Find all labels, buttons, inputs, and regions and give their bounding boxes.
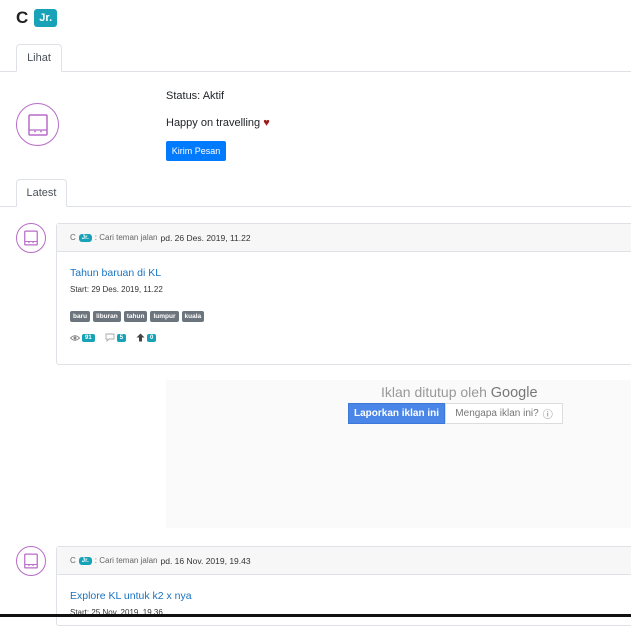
profile-header: C Jr. bbox=[16, 8, 58, 28]
ad-closed-text: Iklan ditutup oleh bbox=[381, 384, 487, 400]
arrow-up-icon bbox=[136, 333, 145, 342]
tab-view[interactable]: Lihat bbox=[16, 44, 62, 72]
profile-name: C bbox=[16, 8, 29, 27]
tab-latest-label: Latest bbox=[26, 187, 57, 199]
tag-badge[interactable]: baru bbox=[70, 311, 91, 322]
post-header: C Jr. : Cari teman jalan pd. 26 Des. 201… bbox=[57, 224, 631, 252]
votes-count: 0 bbox=[147, 333, 157, 342]
tag-badge[interactable]: liburan bbox=[93, 311, 121, 322]
ad-container: Iklan ditutup oleh Google Laporkan iklan… bbox=[166, 380, 631, 528]
author-badge: Jr. bbox=[78, 233, 92, 242]
post-start-date: Start: 29 Des. 2019, 11.22 bbox=[70, 285, 163, 294]
avatar-face-icon bbox=[24, 230, 38, 246]
profile-bio: Happy on travelling ♥ bbox=[166, 117, 270, 129]
views-stat: 91 bbox=[70, 333, 95, 342]
comment-icon bbox=[105, 333, 115, 342]
rank-badge: Jr. bbox=[34, 9, 58, 27]
tab-latest[interactable]: Latest bbox=[16, 179, 67, 207]
ad-closed-message: Iklan ditutup oleh Google bbox=[381, 384, 538, 401]
profile-avatar bbox=[16, 103, 59, 146]
send-message-button[interactable]: Kirim Pesan bbox=[166, 141, 226, 161]
heart-icon: ♥ bbox=[263, 117, 270, 129]
tag-badge[interactable]: tahun bbox=[123, 311, 148, 322]
post-header: C Jr. : Cari teman jalan pd. 16 Nov. 201… bbox=[57, 547, 631, 575]
why-this-ad-button[interactable]: Mengapa iklan ini? ⓘ bbox=[445, 403, 563, 424]
post-author-avatar[interactable] bbox=[16, 223, 46, 253]
tag-badge[interactable]: lumpur bbox=[150, 311, 179, 322]
bio-text: Happy on travelling bbox=[166, 117, 261, 129]
post-title-link[interactable]: Explore KL untuk k2 x nya bbox=[70, 590, 192, 602]
post-card: C Jr. : Cari teman jalan pd. 26 Des. 201… bbox=[56, 223, 631, 365]
tab-divider bbox=[62, 71, 631, 72]
post-stats: 91 5 0 bbox=[70, 333, 157, 342]
comments-stat: 5 bbox=[105, 333, 127, 342]
post-category[interactable]: : Cari teman jalan bbox=[95, 233, 158, 242]
post-author[interactable]: C bbox=[70, 233, 76, 242]
post-author[interactable]: C bbox=[70, 556, 76, 565]
tab-divider bbox=[0, 206, 16, 207]
profile-status: Status: Aktif bbox=[166, 90, 225, 102]
post-date: pd. 26 Des. 2019, 11.22 bbox=[160, 232, 251, 243]
tag-badge[interactable]: kuala bbox=[181, 311, 205, 322]
google-logo: Google bbox=[490, 385, 538, 401]
tab-view-label: Lihat bbox=[27, 52, 51, 64]
post-title-link[interactable]: Tahun baruan di KL bbox=[70, 267, 161, 279]
post-category[interactable]: : Cari teman jalan bbox=[95, 556, 158, 565]
author-badge: Jr. bbox=[78, 556, 92, 565]
tab-divider bbox=[67, 206, 631, 207]
info-icon: ⓘ bbox=[542, 410, 553, 421]
tab-divider bbox=[0, 71, 16, 72]
eye-icon bbox=[70, 334, 80, 341]
comments-count: 5 bbox=[116, 333, 127, 342]
report-ad-button[interactable]: Laporkan iklan ini bbox=[348, 403, 445, 424]
views-count: 91 bbox=[82, 333, 95, 342]
post-tags: baru liburan tahun lumpur kuala bbox=[70, 311, 205, 322]
avatar-face-icon bbox=[24, 553, 38, 569]
why-ad-label: Mengapa iklan ini? bbox=[455, 408, 539, 419]
votes-stat: 0 bbox=[136, 333, 157, 342]
avatar-face-icon bbox=[27, 113, 48, 136]
post-author-avatar[interactable] bbox=[16, 546, 46, 576]
post-date: pd. 16 Nov. 2019, 19.43 bbox=[160, 555, 251, 566]
